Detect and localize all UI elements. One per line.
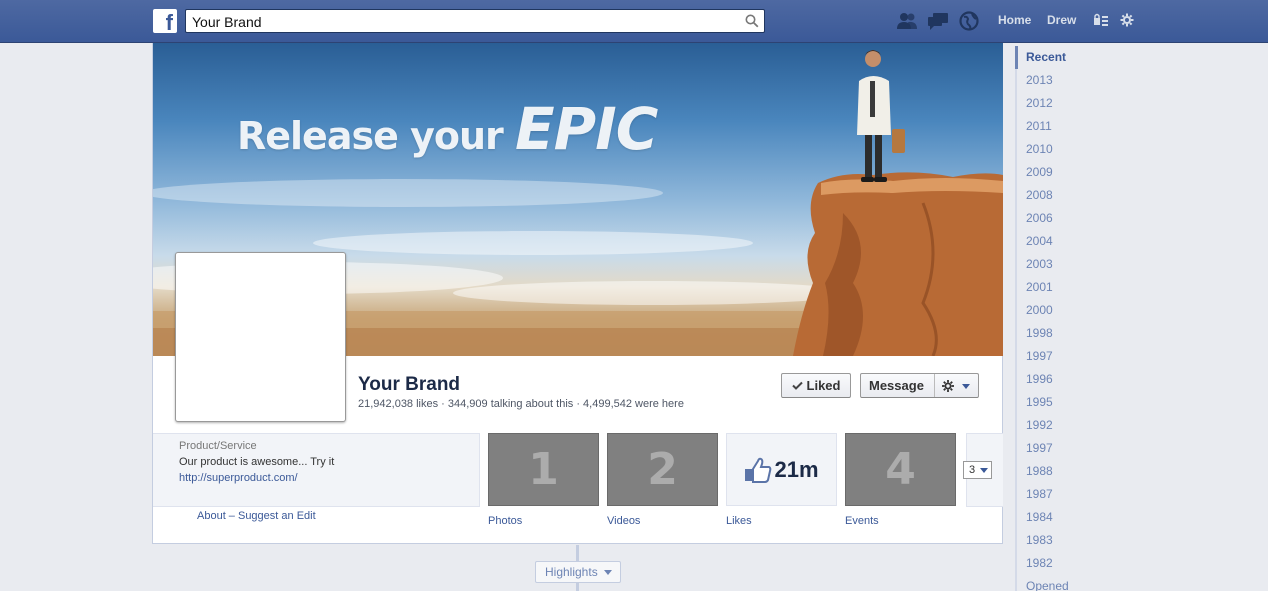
videos-tile[interactable]: 2	[607, 433, 718, 506]
page-description: Our product is awesome... Try it	[179, 456, 335, 468]
website-link[interactable]: http://superproduct.com/	[179, 472, 298, 484]
checkmark-icon	[791, 381, 803, 390]
scrubber-year[interactable]: 2001	[1017, 276, 1095, 299]
message-button[interactable]: Message	[869, 378, 924, 393]
likes-label[interactable]: Likes	[726, 515, 752, 527]
page-header-card: Release your EPIC Your Brand 21,942,038 …	[152, 43, 1003, 544]
scrubber-year[interactable]: 1995	[1017, 391, 1095, 414]
scrubber-year[interactable]: 1983	[1017, 529, 1095, 552]
scrubber-year[interactable]: 1988	[1017, 460, 1095, 483]
about-section: Product/Service Our product is awesome..…	[153, 433, 480, 507]
notifications-globe-icon[interactable]	[958, 11, 980, 31]
scrubber-year[interactable]: 1982	[1017, 552, 1095, 575]
cover-headline: Release your EPIC	[237, 95, 658, 163]
videos-label[interactable]: Videos	[607, 515, 640, 527]
scrubber-year[interactable]: 2013	[1017, 69, 1095, 92]
highlights-dropdown[interactable]: Highlights	[535, 561, 621, 583]
page-title[interactable]: Your Brand	[358, 374, 460, 396]
top-bar: f Home Drew	[0, 0, 1268, 43]
scrubber-year[interactable]: 2011	[1017, 115, 1095, 138]
scrubber-year[interactable]: 2008	[1017, 184, 1095, 207]
scrubber-year[interactable]: 1997	[1017, 345, 1095, 368]
scrubber-year[interactable]: 1996	[1017, 368, 1095, 391]
scrubber-year[interactable]: 1998	[1017, 322, 1095, 345]
photos-tile-text: 1	[528, 444, 559, 495]
search-input[interactable]	[192, 13, 732, 30]
events-tile-text: 4	[885, 444, 916, 495]
likes-tile-text: 21m	[774, 456, 819, 482]
thumbs-up-icon	[745, 457, 772, 483]
page-stats: 21,942,038 likes · 344,909 talking about…	[358, 398, 684, 410]
button-divider	[934, 374, 935, 397]
nav-home-link[interactable]: Home	[998, 13, 1031, 27]
friend-requests-icon[interactable]	[896, 11, 918, 31]
page-category: Product/Service	[179, 440, 257, 452]
events-tile[interactable]: 4	[845, 433, 956, 506]
message-button-group: Message	[860, 373, 979, 398]
events-label[interactable]: Events	[845, 515, 879, 527]
scrubber-year[interactable]: 2010	[1017, 138, 1095, 161]
photos-label[interactable]: Photos	[488, 515, 522, 527]
about-suggest-edit-links[interactable]: About – Suggest an Edit	[197, 510, 316, 522]
scrubber-year[interactable]: Recent	[1015, 46, 1095, 69]
scrubber-year[interactable]: 1984	[1017, 506, 1095, 529]
videos-tile-text: 2	[647, 444, 678, 495]
chevron-down-icon	[604, 570, 612, 575]
photos-tile[interactable]: 1	[488, 433, 599, 506]
scrubber-year[interactable]: 2009	[1017, 161, 1095, 184]
search-icon[interactable]	[745, 14, 759, 28]
cover-headline-emphasis: EPIC	[515, 95, 658, 163]
more-apps-dropdown[interactable]: 3	[963, 461, 992, 479]
page-settings-dropdown-icon[interactable]	[941, 379, 975, 393]
scrubber-year[interactable]: 2004	[1017, 230, 1095, 253]
scrubber-year[interactable]: 2000	[1017, 299, 1095, 322]
scrubber-year[interactable]: 2003	[1017, 253, 1095, 276]
scrubber-year[interactable]: 1987	[1017, 483, 1095, 506]
messages-icon[interactable]	[927, 11, 949, 31]
scrubber-year[interactable]: 2012	[1017, 92, 1095, 115]
cover-headline-prefix: Release your	[237, 114, 504, 158]
liked-button-label: Liked	[806, 378, 841, 393]
scrubber-year[interactable]: 1997	[1017, 437, 1095, 460]
privacy-shortcuts-icon[interactable]	[1093, 13, 1109, 27]
settings-gear-icon[interactable]	[1119, 13, 1135, 27]
profile-picture[interactable]	[175, 252, 346, 422]
scrubber-year[interactable]: Opened	[1017, 575, 1095, 591]
scrubber-year[interactable]: 2006	[1017, 207, 1095, 230]
highlights-label: Highlights	[545, 565, 598, 579]
more-apps-panel: 3	[963, 433, 1003, 507]
chevron-down-icon	[980, 468, 988, 473]
more-apps-count: 3	[969, 464, 976, 476]
search-box[interactable]	[185, 9, 765, 33]
likes-tile[interactable]: 21m	[726, 433, 837, 506]
scrubber-year[interactable]: 1992	[1017, 414, 1095, 437]
liked-button[interactable]: Liked	[781, 373, 851, 398]
facebook-logo-icon[interactable]: f	[153, 9, 177, 33]
timeline-year-scrubber: Recent 2013 2012 2011 2010 2009 2008 2006 2004 20…	[1015, 46, 1095, 591]
nav-profile-link[interactable]: Drew	[1047, 13, 1076, 27]
